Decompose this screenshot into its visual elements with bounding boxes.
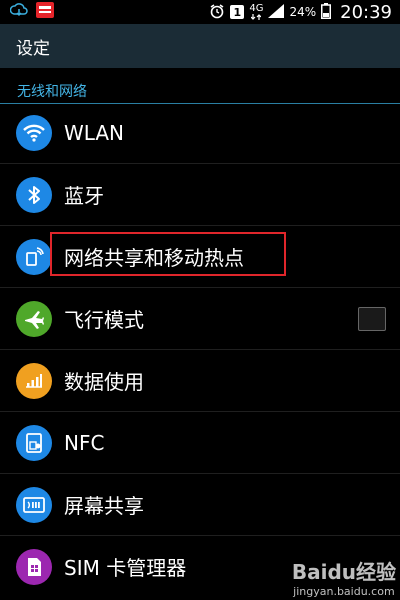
alarm-icon bbox=[209, 3, 225, 22]
setting-label: 飞行模式 bbox=[64, 308, 144, 332]
setting-item-bluetooth[interactable]: 蓝牙 bbox=[0, 164, 400, 226]
signal-icon bbox=[268, 3, 285, 21]
screen-share-icon bbox=[16, 486, 52, 523]
battery-percent: 24% bbox=[289, 5, 317, 19]
setting-label: 屏幕共享 bbox=[64, 494, 144, 518]
setting-item-data-usage[interactable]: 数据使用 bbox=[0, 350, 400, 412]
airplane-icon bbox=[16, 300, 52, 337]
data-activity-icon bbox=[251, 14, 262, 20]
wifi-icon bbox=[16, 114, 52, 151]
cloud-sync-icon bbox=[9, 2, 28, 22]
sim-card-icon bbox=[16, 548, 52, 585]
watermark-url: jingyan.baidu.com bbox=[293, 585, 395, 598]
hotspot-icon bbox=[16, 238, 52, 275]
network-type-indicator: 4G bbox=[249, 4, 263, 20]
airplane-mode-checkbox[interactable] bbox=[358, 306, 386, 331]
notification-badge: 1 bbox=[230, 5, 245, 19]
baidu-watermark: Baidu经验 jingyan.baidu.com bbox=[292, 556, 396, 598]
setting-item-airplane-mode[interactable]: 飞行模式 bbox=[0, 288, 400, 350]
status-bar: 1 4G 24% 20:39 bbox=[0, 0, 400, 24]
setting-label: NFC bbox=[64, 430, 105, 455]
title-bar: 设定 bbox=[0, 24, 400, 68]
settings-list: WLAN 蓝牙 网络共享和移动热点 飞行模式 数据使用 NFC 屏幕共享 SIM… bbox=[0, 102, 400, 597]
page-title: 设定 bbox=[16, 38, 50, 59]
setting-label: WLAN bbox=[64, 120, 125, 145]
setting-item-nfc[interactable]: NFC bbox=[0, 412, 400, 474]
clock: 20:39 bbox=[340, 1, 392, 23]
section-title: 无线和网络 bbox=[17, 84, 87, 100]
battery-icon bbox=[321, 2, 332, 22]
news-app-icon bbox=[36, 2, 54, 22]
setting-label: 数据使用 bbox=[64, 370, 144, 394]
setting-item-wlan[interactable]: WLAN bbox=[0, 102, 400, 164]
network-type-label: 4G bbox=[249, 3, 264, 14]
setting-item-tethering-hotspot[interactable]: 网络共享和移动热点 bbox=[0, 226, 400, 288]
setting-item-screen-share[interactable]: 屏幕共享 bbox=[0, 474, 400, 536]
setting-label: SIM 卡管理器 bbox=[64, 556, 187, 580]
setting-label: 网络共享和移动热点 bbox=[64, 246, 244, 270]
nfc-icon bbox=[16, 424, 52, 461]
bluetooth-icon bbox=[16, 176, 52, 213]
watermark-logo-text: Baidu经验 bbox=[291, 560, 396, 584]
section-header: 无线和网络 bbox=[0, 73, 400, 104]
data-usage-icon bbox=[16, 362, 52, 399]
setting-label: 蓝牙 bbox=[64, 184, 104, 208]
